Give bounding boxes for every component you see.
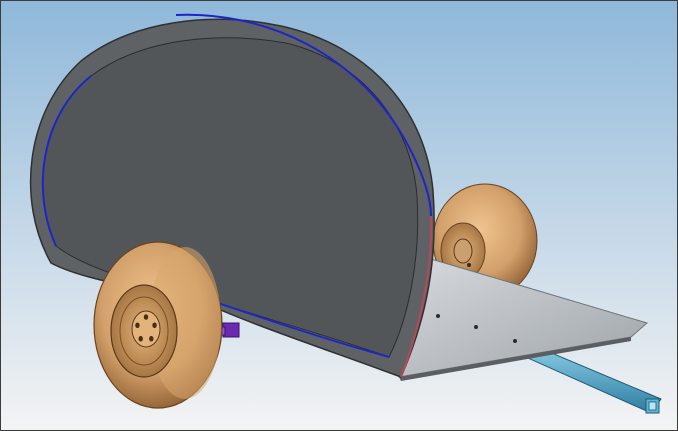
- lug-nut: [138, 335, 143, 342]
- rear-hub: [453, 238, 473, 264]
- deck-bolt: [436, 314, 440, 318]
- tongue-tube-opening: [648, 401, 657, 411]
- lug-nut: [143, 314, 149, 320]
- lug-nut: [135, 322, 140, 329]
- lug-nut: [149, 335, 154, 342]
- trailer-model-scene[interactable]: [1, 1, 678, 431]
- deck-bolt: [467, 263, 471, 267]
- lug-nut: [152, 322, 157, 329]
- cad-3d-viewport[interactable]: [0, 0, 678, 431]
- front-wheel[interactable]: [93, 241, 223, 409]
- deck-bolt: [513, 339, 517, 343]
- deck-bolt: [474, 325, 478, 329]
